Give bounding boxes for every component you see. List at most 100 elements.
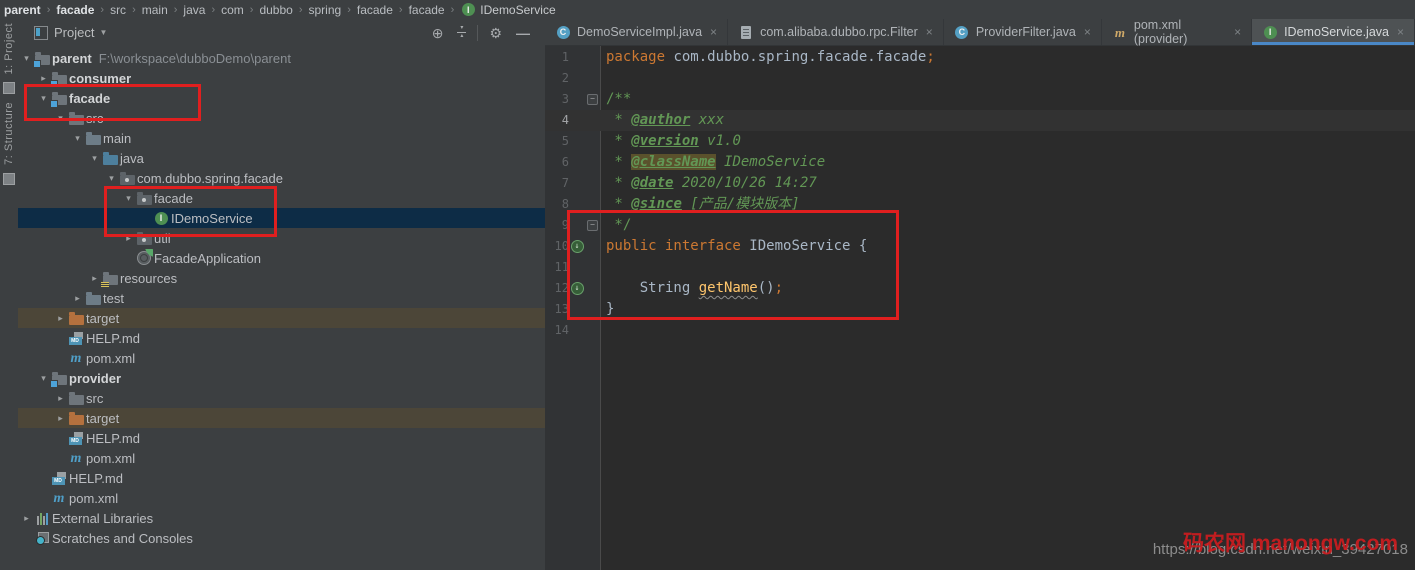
chevron-right-icon[interactable]: ▸ (53, 313, 68, 324)
tree-row-pom-xml[interactable]: mpom.xml (18, 488, 545, 508)
tree-row-help-md[interactable]: MDHELP.md (18, 468, 545, 488)
breadcrumb-item[interactable]: facade (409, 3, 445, 17)
locate-icon[interactable]: ⊕ (432, 26, 444, 40)
tab-providerfilter-java[interactable]: CProviderFilter.java× (944, 19, 1102, 45)
code-editor[interactable]: 1package com.dubbo.spring.facade.facade;… (545, 46, 1415, 570)
breadcrumb-item[interactable]: src (110, 3, 126, 17)
implemented-marker-icon[interactable]: ↓ (571, 240, 584, 253)
tool-window-strip: 1: Project 7: Structure (0, 19, 19, 570)
code-line-6[interactable]: 6 * @className IDemoService (545, 152, 1415, 173)
tree-row-facade[interactable]: ▾facade (18, 188, 545, 208)
tool-strip-icon[interactable] (3, 173, 15, 185)
tree-row-java[interactable]: ▾java (18, 148, 545, 168)
tool-strip-structure-button[interactable]: 7: Structure (3, 102, 15, 165)
breadcrumb-item[interactable]: java (183, 3, 205, 17)
chevron-right-icon[interactable]: ▸ (19, 513, 34, 524)
tree-row-parent[interactable]: ▾parentF:\workspace\dubboDemo\parent (18, 48, 545, 68)
tree-row-facadeapplication[interactable]: FacadeApplication (18, 248, 545, 268)
close-icon[interactable]: × (1084, 25, 1091, 39)
close-icon[interactable]: × (1234, 25, 1241, 39)
tree-row-help-md[interactable]: MDHELP.md (18, 328, 545, 348)
breadcrumb-separator-icon: › (132, 4, 136, 16)
close-icon[interactable]: × (1397, 25, 1404, 39)
project-panel-title[interactable]: Project (54, 25, 94, 40)
implemented-marker-icon[interactable]: ↓ (571, 282, 584, 295)
gutter-slot (569, 47, 585, 68)
tree-row-main[interactable]: ▾ main (18, 128, 545, 148)
chevron-down-icon[interactable]: ▾ (87, 153, 102, 164)
tree-row-external-libraries[interactable]: ▸External Libraries (18, 508, 545, 528)
tree-row-src[interactable]: ▸src (18, 388, 545, 408)
tree-item-label: parent (52, 51, 92, 66)
tab-idemoservice-java[interactable]: IIDemoService.java× (1252, 19, 1415, 45)
hide-icon[interactable]: — (516, 26, 530, 40)
code-line-3[interactable]: 3−/** (545, 89, 1415, 110)
breadcrumb-item[interactable]: com (221, 3, 244, 17)
tree-row-provider[interactable]: ▾provider (18, 368, 545, 388)
tree-row-scratches-and-consoles[interactable]: Scratches and Consoles (18, 528, 545, 548)
breadcrumb-item[interactable]: main (142, 3, 168, 17)
chevron-down-icon[interactable]: ▾ (104, 173, 119, 184)
breadcrumb-item[interactable]: facade (357, 3, 393, 17)
tree-row-pom-xml[interactable]: mpom.xml (18, 448, 545, 468)
chevron-down-icon[interactable]: ▾ (121, 193, 136, 204)
close-icon[interactable]: × (710, 25, 717, 39)
tree-row-target[interactable]: ▸target (18, 408, 545, 428)
tree-row-consumer[interactable]: ▸consumer (18, 68, 545, 88)
gutter-slot: ↓ (569, 236, 585, 257)
chevron-down-icon[interactable]: ▾ (53, 113, 68, 124)
code-line-8[interactable]: 8 * @since [产品/模块版本] (545, 194, 1415, 215)
markdown-icon: MD (68, 431, 84, 445)
tree-row-idemoservice[interactable]: IIDemoService (18, 208, 545, 228)
fold-slot: − (585, 215, 600, 236)
settings-icon[interactable]: ⚙ (489, 26, 502, 40)
package-icon (136, 191, 152, 205)
tab-demoserviceimpl-java[interactable]: CDemoServiceImpl.java× (545, 19, 728, 45)
tree-row-com-dubbo-spring-facade[interactable]: ▾com.dubbo.spring.facade (18, 168, 545, 188)
tree-row-resources[interactable]: ▸resources (18, 268, 545, 288)
tree-row-pom-xml[interactable]: mpom.xml (18, 348, 545, 368)
breadcrumb-current[interactable]: IIDemoService (460, 3, 555, 17)
fold-marker-icon[interactable]: − (587, 220, 598, 231)
code-line-11[interactable]: 11 (545, 257, 1415, 278)
code-line-1[interactable]: 1package com.dubbo.spring.facade.facade; (545, 47, 1415, 68)
fold-slot (585, 152, 600, 173)
breadcrumb-item[interactable]: facade (56, 3, 94, 17)
code-line-5[interactable]: 5 * @version v1.0 (545, 131, 1415, 152)
tree-row-test[interactable]: ▸test (18, 288, 545, 308)
class-icon: C (555, 25, 571, 39)
fold-marker-icon[interactable]: − (587, 94, 598, 105)
code-line-2[interactable]: 2 (545, 68, 1415, 89)
breadcrumb-item[interactable]: spring (309, 3, 342, 17)
tab-pom-xml-provider-[interactable]: mpom.xml (provider)× (1102, 19, 1252, 45)
tree-row-util[interactable]: ▸util (18, 228, 545, 248)
tree-row-facade[interactable]: ▾facade (18, 88, 545, 108)
chevron-down-icon[interactable]: ▼ (99, 28, 107, 37)
code-line-7[interactable]: 7 * @date 2020/10/26 14:27 (545, 173, 1415, 194)
chevron-right-icon[interactable]: ▸ (70, 293, 85, 304)
code-line-4[interactable]: 4 * @author xxx (545, 110, 1415, 131)
code-line-9[interactable]: 9− */ (545, 215, 1415, 236)
tree-row-target[interactable]: ▸target (18, 308, 545, 328)
tree-row-src[interactable]: ▾src (18, 108, 545, 128)
tab-com-alibaba-dubbo-rpc-filter[interactable]: com.alibaba.dubbo.rpc.Filter× (728, 19, 944, 45)
breadcrumb-item[interactable]: parent (4, 3, 41, 17)
code-line-14[interactable]: 14 (545, 320, 1415, 341)
chevron-down-icon[interactable]: ▾ (70, 133, 85, 144)
code-line-10[interactable]: 10↓public interface IDemoService { (545, 236, 1415, 257)
tool-strip-icon[interactable] (3, 82, 15, 94)
chevron-right-icon[interactable]: ▸ (121, 233, 136, 244)
chevron-right-icon[interactable]: ▸ (53, 413, 68, 424)
chevron-right-icon[interactable]: ▸ (53, 393, 68, 404)
code-text (600, 257, 606, 278)
line-number: 2 (545, 68, 569, 89)
collapse-all-icon[interactable]: ▾▴ (457, 26, 466, 39)
close-icon[interactable]: × (926, 25, 933, 39)
code-line-12[interactable]: 12↓ String getName(); (545, 278, 1415, 299)
tree-row-help-md[interactable]: MDHELP.md (18, 428, 545, 448)
breadcrumb-item[interactable]: dubbo (259, 3, 292, 17)
code-line-13[interactable]: 13} (545, 299, 1415, 320)
tree-item-label: main (103, 131, 131, 146)
tool-strip-project-button[interactable]: 1: Project (3, 23, 15, 74)
line-number: 7 (545, 173, 569, 194)
